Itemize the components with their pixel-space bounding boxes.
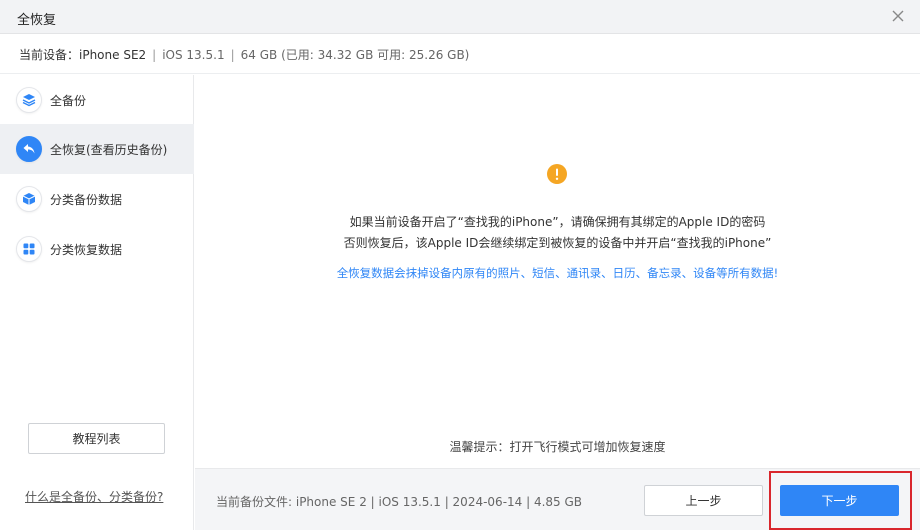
exclamation-icon [547,164,567,184]
sidebar-item-label: 全备份 [50,93,87,108]
device-info-bar: 当前设备：iPhone SE2 | iOS 13.5.1 | 64 GB (已用: 34… [0,34,920,74]
title-bar: 全恢复 [0,0,920,34]
box-icon [16,186,42,212]
device-name: 当前设备：iPhone SE2 [19,48,147,62]
sidebar-item-full-restore[interactable]: 全恢复(查看历史备份) [0,124,194,174]
previous-step-button[interactable]: 上一步 [644,485,763,516]
sidebar-item-category-restore[interactable]: 分类恢复数据 [0,224,194,274]
sidebar-item-full-backup[interactable]: 全备份 [0,75,194,125]
sidebar-item-label: 分类恢复数据 [50,242,123,257]
separator: | [152,48,157,62]
close-icon[interactable] [888,6,908,26]
restore-arrow-icon [16,136,42,162]
find-my-iphone-notice: 如果当前设备开启了“查找我的iPhone”，请确保拥有其绑定的Apple ID的… [349,215,766,229]
sidebar-item-category-backup[interactable]: 分类备份数据 [0,174,194,224]
footer-bar: 当前备份文件: iPhone SE 2 | iOS 13.5.1 | 2024-… [195,468,920,530]
sidebar: 全备份 全恢复(查看历史备份) 分类备份数据 分类恢复数据 教程列表 什么是全备… [0,75,194,530]
find-my-iphone-notice-2: 否则恢复后，该Apple ID会继续绑定到被恢复的设备中并开启“查找我的iPho… [343,236,772,250]
next-step-button[interactable]: 下一步 [780,485,899,516]
main-content: 如果当前设备开启了“查找我的iPhone”，请确保拥有其绑定的Apple ID的… [195,75,920,530]
grid-icon [16,236,42,262]
storage-info: 64 GB (已用: 34.32 GB 可用: 25.26 GB) [240,48,470,62]
backup-faq-link[interactable]: 什么是全备份、分类备份? [25,488,163,505]
ios-version: iOS 13.5.1 [162,48,225,62]
tutorial-list-button[interactable]: 教程列表 [28,423,165,454]
separator: | [230,48,235,62]
sidebar-item-label: 分类备份数据 [50,192,123,207]
backup-file-info: 当前备份文件: iPhone SE 2 | iOS 13.5.1 | 2024-… [216,495,583,509]
data-erase-warning: 全恢复数据会抹掉设备内原有的照片、短信、通讯录、日历、备忘录、设备等所有数据! [336,266,779,280]
device-info: 当前设备：iPhone SE2 | iOS 13.5.1 | 64 GB (已用: 34… [19,46,469,63]
airplane-mode-tip: 温馨提示：打开飞行模式可增加恢复速度 [449,440,666,454]
window-title: 全恢复 [17,13,57,28]
sidebar-item-label: 全恢复(查看历史备份) [50,142,168,157]
layers-icon [16,87,42,113]
